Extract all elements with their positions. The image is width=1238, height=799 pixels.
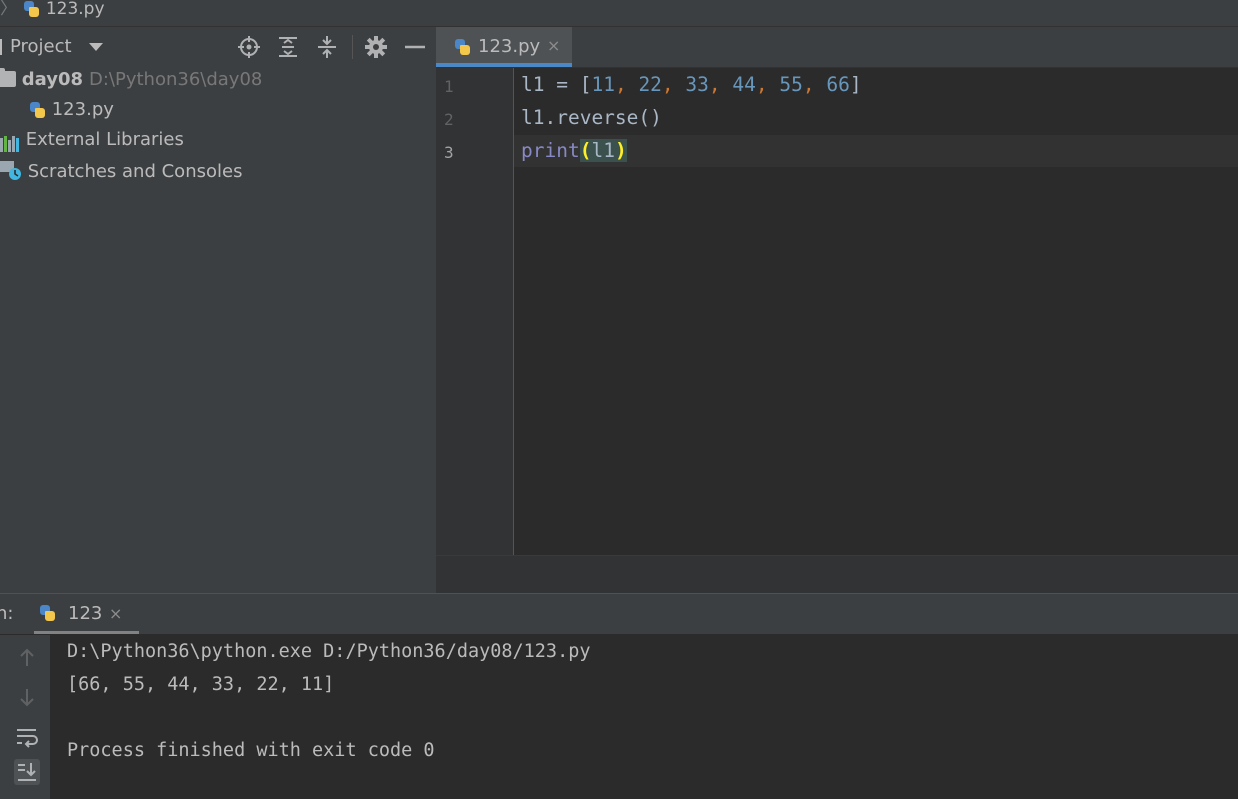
run-side-toolbar [0,635,50,799]
breadcrumb-chevron-icon: 〉 [0,0,17,19]
editor-tab-bar: 123.py × [436,27,1238,68]
scroll-to-end-button[interactable] [14,759,40,785]
code-editor[interactable]: l1 = [11, 22, 33, 44, 55, 66] l1.reverse… [514,68,1238,555]
tree-item-label: 123.py [51,99,114,120]
minimize-icon[interactable] [403,35,427,59]
locate-icon[interactable] [237,35,261,59]
project-panel-header: Project [0,27,436,67]
code-comma: , [802,73,815,96]
tree-item-day08[interactable]: day08 D:\Python36\day08 [0,68,263,97]
collapse-all-icon[interactable] [315,35,339,59]
code-number: 11 [591,73,615,96]
code-brace-match: ( [579,139,592,162]
console-line: Process finished with exit code 0 [67,740,435,761]
line-number-current: 3 [444,143,454,162]
code-comma: , [614,73,627,96]
run-panel: n: 123 × D:\Python36\python.exe D:/Pytho… [0,593,1238,799]
code-brace-match: ) [614,139,627,162]
code-line-2: l1.reverse() [521,106,662,129]
code-builtin: print [521,139,580,162]
line-number: 1 [444,77,454,96]
soft-wrap-icon[interactable] [14,724,40,750]
editor-bottom-strip [436,555,1238,594]
tree-item-label: External Libraries [25,129,184,150]
code-line-3: print(l1) [521,139,627,162]
arrow-down-icon[interactable] [14,684,40,710]
tree-item-label: day08 [21,69,83,90]
chevron-down-icon[interactable] [89,43,103,51]
scroll-to-end-icon [18,763,36,781]
tree-item-path: D:\Python36\day08 [89,69,263,90]
code-number: 55 [779,73,803,96]
code-line-1: l1 = [11, 22, 33, 44, 55, 66] [521,73,862,96]
code-token: ] [849,73,862,96]
breadcrumb[interactable]: 〉 123.py [0,0,105,19]
code-number: 22 [638,73,662,96]
expand-all-icon[interactable] [276,35,300,59]
folder-icon [0,68,16,87]
panel-edge-marker [0,39,2,55]
run-tab-123[interactable]: 123 × [34,594,139,634]
code-number: 66 [826,73,850,96]
project-panel: Project day08 D:\Python36\day08 123.py E… [0,27,436,593]
gear-icon[interactable] [364,35,388,59]
python-icon [38,604,56,622]
scratches-icon [0,161,21,180]
navigation-bar: 〉 123.py [0,0,1238,27]
tab-123-py[interactable]: 123.py × [436,27,572,67]
python-file-icon [22,0,40,18]
active-tab-indicator [436,63,572,67]
tree-item-123-py[interactable]: 123.py [28,99,114,127]
console-line: D:\Python36\python.exe D:/Python36/day08… [67,641,591,662]
arrow-up-icon[interactable] [14,645,40,671]
python-file-icon [453,38,471,56]
active-tab-indicator [34,631,139,634]
python-file-icon [28,101,46,119]
console-line: [66, 55, 44, 33, 22, 11] [67,674,335,695]
console-output[interactable]: D:\Python36\python.exe D:/Python36/day08… [50,635,1238,799]
line-number: 2 [444,110,454,129]
code-comma: , [755,73,768,96]
tree-item-external-libraries[interactable]: External Libraries [0,129,184,157]
run-label: n: [0,603,14,624]
breadcrumb-file[interactable]: 123.py [46,0,105,19]
line-number-gutter: 1 2 3 [436,68,514,555]
close-icon[interactable]: × [547,36,560,55]
editor-panel: 123.py × 1 2 3 l1 = [11, 22, 33, 44, 55,… [436,27,1238,594]
project-panel-title[interactable]: Project [10,36,72,57]
run-panel-header: n: 123 × [0,594,1238,634]
tab-label: 123.py [478,36,541,57]
code-token: l1 = [ [521,73,592,96]
code-number: 33 [685,73,709,96]
code-number: 44 [732,73,756,96]
tree-item-label: Scratches and Consoles [27,161,243,182]
tree-item-scratches[interactable]: Scratches and Consoles [0,159,242,187]
run-tab-label: 123 [68,603,103,624]
code-comma: , [708,73,721,96]
code-token: l1 [591,139,615,162]
close-icon[interactable]: × [109,604,122,623]
toolbar-separator [352,35,353,59]
libraries-icon [0,131,20,152]
code-comma: , [661,73,674,96]
